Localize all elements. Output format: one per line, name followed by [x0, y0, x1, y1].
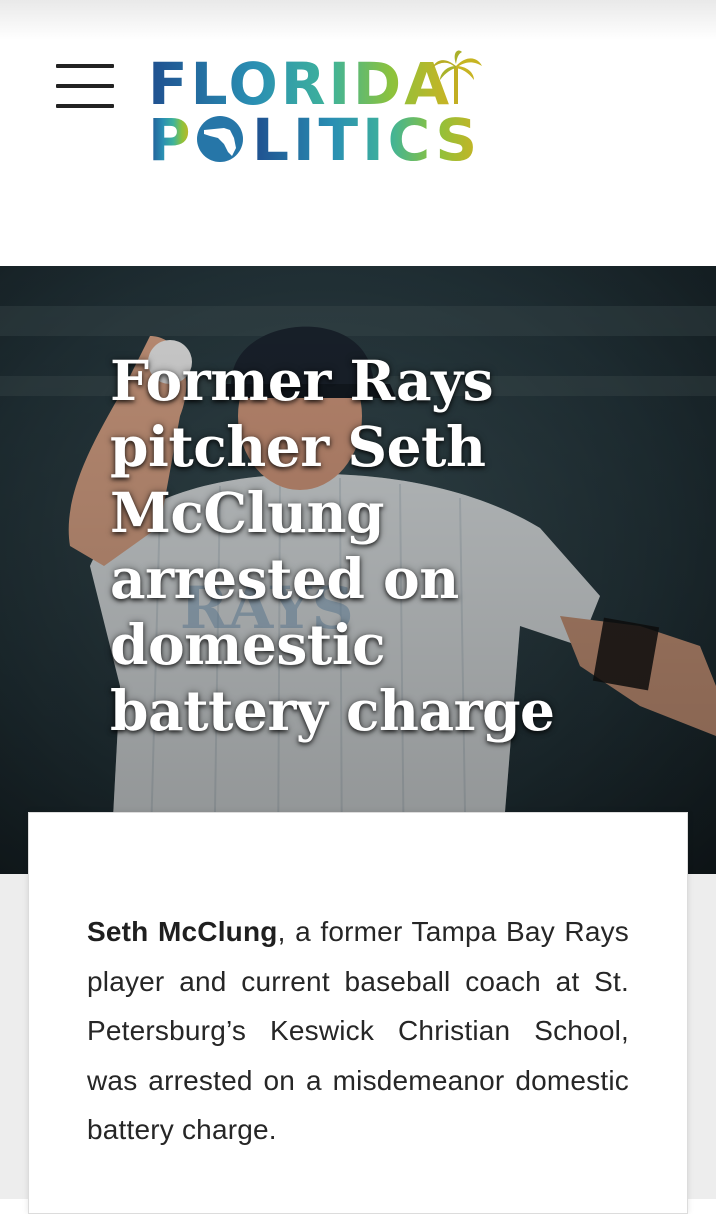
hero-banner: RAYS Former Rays pitcher Seth McClung ar…: [0, 266, 716, 874]
logo-line2-rest: LITICS: [252, 106, 481, 168]
article-card: Seth McClung, a former Tampa Bay Rays pl…: [28, 812, 688, 1214]
status-bar-shadow: [0, 0, 716, 40]
article-lead-name: Seth McClung: [87, 916, 278, 947]
florida-politics-logo[interactable]: FLORIDA P LITICS: [146, 44, 486, 168]
article-headline: Former Rays pitcher Seth McClung arreste…: [110, 348, 555, 743]
logo-line2-p: P: [148, 106, 191, 168]
article-lead-text: , a former Tampa Bay Rays player and cur…: [87, 916, 629, 1145]
hamburger-menu-button[interactable]: [52, 58, 116, 114]
menu-bar-middle: [56, 84, 114, 88]
article-lead-paragraph: Seth McClung, a former Tampa Bay Rays pl…: [87, 907, 629, 1155]
menu-bar-top: [56, 64, 114, 68]
florida-state-icon: [197, 116, 243, 162]
menu-bar-bottom: [56, 104, 114, 108]
site-header: FLORIDA P LITICS: [0, 0, 716, 266]
